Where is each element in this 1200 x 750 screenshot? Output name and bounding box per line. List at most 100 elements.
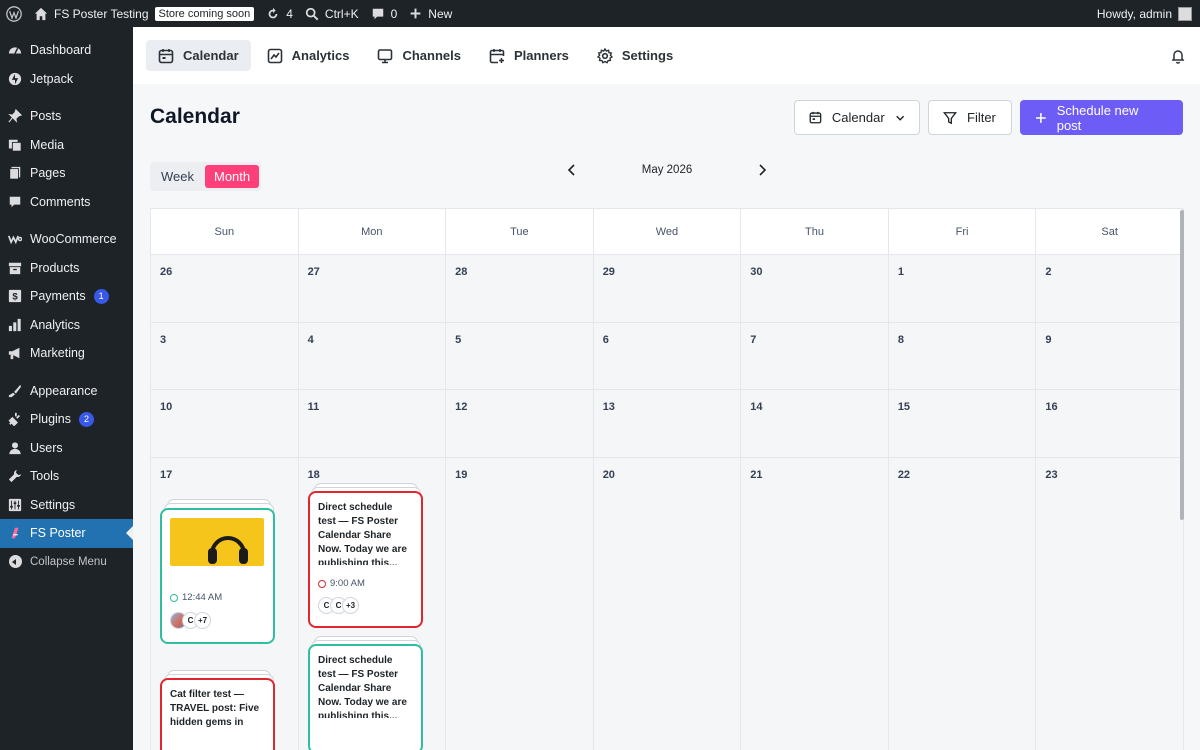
calendar-scrollbar[interactable]: [1180, 210, 1184, 520]
day-cell[interactable]: 7: [741, 322, 889, 390]
day-cell[interactable]: 12: [446, 390, 594, 458]
new-content-link[interactable]: New: [403, 0, 458, 27]
sidebar-item-posts[interactable]: Posts: [0, 102, 133, 131]
updates-link[interactable]: 4: [260, 0, 299, 27]
fs-poster-icon: [8, 526, 22, 540]
day-cell[interactable]: 27: [298, 255, 447, 323]
sidebar-item-dashboard[interactable]: Dashboard: [0, 36, 133, 65]
day-cell[interactable]: 14: [741, 390, 889, 458]
day-cell[interactable]: 26: [151, 255, 299, 323]
sidebar-item-label: Dashboard: [30, 43, 92, 58]
sidebar-item-products[interactable]: Products: [0, 254, 133, 283]
day-cell[interactable]: 30: [741, 255, 889, 323]
sidebar-item-fs-poster[interactable]: FS Poster: [0, 519, 134, 548]
day-number: 20: [602, 468, 615, 481]
calendar-icon: [809, 111, 822, 124]
sidebar-item-appearance[interactable]: Appearance: [0, 377, 133, 406]
plugin-top-nav: Calendar Analytics Channels Planners Set…: [133, 27, 1200, 84]
sidebar-item-payments[interactable]: $ Payments 1: [0, 282, 133, 311]
avatar: [1178, 6, 1192, 21]
day-number: 27: [307, 266, 320, 278]
comments-count: 0: [390, 6, 398, 21]
post-card[interactable]: 12:44 AM C +7: [160, 508, 275, 644]
post-excerpt: Direct schedule test — FS Poster Calenda…: [318, 502, 407, 565]
day-cell[interactable]: 3: [151, 322, 299, 390]
sidebar-item-tools[interactable]: Tools: [0, 462, 133, 491]
post-excerpt: Cat filter test — TRAVEL post: Five hidd…: [170, 689, 260, 728]
post-card[interactable]: Direct schedule test — FS Poster Calenda…: [308, 644, 423, 750]
sidebar-item-users[interactable]: Users: [0, 434, 133, 463]
tab-settings[interactable]: Settings: [585, 40, 685, 71]
tab-calendar[interactable]: Calendar: [146, 40, 251, 71]
user-icon: [8, 441, 22, 455]
day-cell[interactable]: 10: [151, 390, 299, 458]
next-month-button[interactable]: [753, 164, 771, 176]
more-channels-badge: +3: [342, 597, 359, 614]
comments-link[interactable]: 0: [365, 0, 404, 27]
current-month-label: May 2026: [641, 164, 693, 176]
chevron-down-icon: [895, 115, 904, 121]
sidebar-item-plugins[interactable]: Plugins 2: [0, 405, 133, 434]
woocommerce-icon: [8, 232, 22, 246]
weekday-header: Thu: [741, 209, 889, 255]
day-cell[interactable]: 9: [1036, 322, 1184, 390]
sidebar-item-woocommerce[interactable]: WooCommerce: [0, 225, 133, 254]
day-cell[interactable]: 28: [446, 255, 594, 323]
prev-month-button[interactable]: [563, 164, 581, 176]
week-row: 17 18 19 20 21 22 23: [151, 457, 1184, 750]
filter-label: Filter: [967, 110, 996, 125]
day-cell[interactable]: 29: [593, 255, 742, 323]
day-cell[interactable]: 5: [446, 322, 594, 390]
day-cell[interactable]: 22: [888, 457, 1037, 750]
sidebar-item-marketing[interactable]: Marketing: [0, 339, 133, 368]
collapse-icon: [8, 555, 22, 569]
day-cell[interactable]: 23: [1036, 457, 1184, 750]
wordpress-logo-icon[interactable]: [0, 0, 28, 27]
tab-planners[interactable]: Planners: [477, 40, 581, 71]
day-cell[interactable]: 16: [1036, 390, 1184, 458]
command-search[interactable]: Ctrl+K: [299, 0, 365, 27]
sidebar-item-jetpack[interactable]: Jetpack: [0, 65, 133, 94]
day-cell[interactable]: 4: [298, 322, 447, 390]
admin-bar: FS Poster Testing Store coming soon 4 Ct…: [0, 0, 1200, 27]
day-cell[interactable]: 13: [593, 390, 742, 458]
new-label: New: [428, 6, 453, 21]
sidebar-item-pages[interactable]: Pages: [0, 159, 133, 188]
sidebar-item-label: Appearance: [30, 383, 98, 398]
tab-analytics[interactable]: Analytics: [255, 40, 362, 71]
view-select-dropdown[interactable]: Calendar: [794, 100, 920, 135]
day-cell[interactable]: 11: [298, 390, 447, 458]
day-number: 17: [160, 468, 173, 481]
day-number: 23: [1045, 468, 1058, 481]
site-name-link[interactable]: FS Poster Testing Store coming soon: [28, 0, 260, 27]
notifications-button[interactable]: [1170, 48, 1186, 64]
month-toggle-button[interactable]: Month: [205, 165, 260, 188]
day-cell[interactable]: 2: [1036, 255, 1184, 323]
day-cell[interactable]: 15: [888, 390, 1037, 458]
day-cell[interactable]: 19: [446, 457, 594, 750]
post-card[interactable]: Direct schedule test — FS Poster Calenda…: [308, 491, 423, 628]
sidebar-item-media[interactable]: Media: [0, 131, 133, 160]
schedule-new-post-button[interactable]: Schedule new post: [1020, 100, 1183, 135]
store-status-badge[interactable]: Store coming soon: [154, 6, 255, 21]
day-cell[interactable]: 20: [593, 457, 742, 750]
tab-channels[interactable]: Channels: [365, 40, 473, 71]
day-cell[interactable]: 21: [741, 457, 889, 750]
day-cell[interactable]: 6: [593, 322, 742, 390]
search-shortcut: Ctrl+K: [324, 6, 359, 21]
week-toggle-button[interactable]: Week: [152, 165, 203, 188]
sidebar-item-label: Payments: [30, 289, 86, 304]
day-cell[interactable]: 8: [888, 322, 1037, 390]
post-card[interactable]: Cat filter test — TRAVEL post: Five hidd…: [160, 678, 275, 750]
day-number: 4: [307, 333, 314, 346]
sidebar-item-analytics[interactable]: Analytics: [0, 311, 133, 340]
channel-avatars: C C +3: [318, 597, 413, 614]
collapse-menu-button[interactable]: Collapse Menu: [0, 548, 133, 577]
sidebar-item-comments[interactable]: Comments: [0, 188, 133, 217]
my-account[interactable]: Howdy, admin: [1097, 6, 1200, 21]
sidebar-item-label: Jetpack: [30, 71, 74, 86]
filter-button[interactable]: Filter: [928, 100, 1012, 135]
clock-icon: [170, 593, 178, 602]
day-cell[interactable]: 1: [888, 255, 1037, 323]
sidebar-item-settings[interactable]: Settings: [0, 491, 133, 520]
